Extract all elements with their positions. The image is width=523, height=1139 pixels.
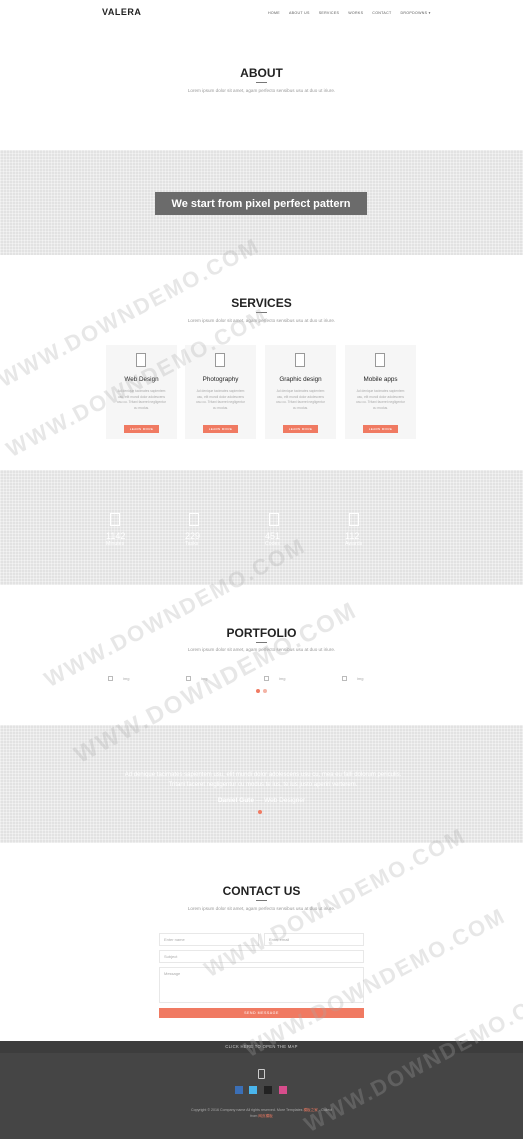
service-description: Ad denique tacimates sapientem usu, elit…: [276, 389, 325, 410]
message-field[interactable]: Message: [159, 967, 364, 1003]
subject-field[interactable]: Subject: [159, 950, 364, 963]
footer: CLICK HERE TO OPEN THE MAP Copyright © 2…: [0, 1041, 523, 1139]
broken-image-icon: [342, 676, 347, 681]
stat-icon: [269, 513, 279, 526]
service-title: Mobile apps: [363, 376, 398, 383]
carousel-dot[interactable]: [263, 689, 267, 693]
nav-item-services[interactable]: SERVICES: [319, 11, 340, 15]
service-description: Ad denique tacimates sapientem usu, elit…: [196, 389, 245, 410]
contact-subtitle: Lorem ipsum dolor sit amet, agam perfect…: [187, 906, 336, 911]
portfolio-divider: [256, 642, 267, 643]
image-alt-text: img: [357, 676, 364, 681]
learn-more-button[interactable]: LEARN MORE: [283, 425, 318, 433]
broken-image-icon: [186, 676, 191, 681]
service-title: Photography: [202, 376, 239, 383]
mobile-icon: [295, 353, 305, 367]
open-map-toggle[interactable]: CLICK HERE TO OPEN THE MAP: [0, 1041, 523, 1053]
mobile-icon: [215, 353, 225, 367]
nav-item-home[interactable]: HOME: [268, 11, 280, 15]
portfolio-subtitle: Lorem ipsum dolor sit amet, agam perfect…: [187, 647, 336, 652]
nav-item-contact[interactable]: CONTACT: [372, 11, 391, 15]
nav-item-dropdowns[interactable]: DROPDOWNS ▾: [401, 11, 431, 15]
facebook-icon[interactable]: [235, 1086, 243, 1094]
services-divider: [256, 312, 267, 313]
service-card-mobile-apps: Mobile apps Ad denique tacimates sapient…: [345, 345, 416, 439]
stat-icon: [189, 513, 199, 526]
broken-image-icon: [264, 676, 269, 681]
contact-title: CONTACT US: [222, 884, 301, 898]
service-card-photography: Photography Ad denique tacimates sapient…: [185, 345, 256, 439]
portfolio-image[interactable]: img: [264, 676, 285, 681]
learn-more-button[interactable]: LEARN MORE: [203, 425, 238, 433]
services-title: SERVICES: [231, 296, 292, 310]
service-description: Ad denique tacimates sapientem usu, elit…: [356, 389, 405, 410]
testimonial-quote: Ad denique tacimates sapientem usu, elit…: [124, 772, 402, 788]
copyright-link[interactable]: 模板之家: [303, 1108, 317, 1112]
name-placeholder: Enter name: [164, 937, 185, 942]
learn-more-button[interactable]: LEARN MORE: [363, 425, 398, 433]
nav-item-works[interactable]: WORKS: [348, 11, 363, 15]
testimonial-author-line: Daniel Gute — Web Designer: [0, 797, 523, 804]
stat-tasks: 229 Tasks: [185, 513, 245, 547]
testimonial-dot[interactable]: [258, 810, 262, 814]
stats-pattern-band: [0, 470, 523, 585]
learn-more-button[interactable]: LEARN MORE: [124, 425, 159, 433]
stat-label: Awards: [345, 541, 363, 547]
dribbble-icon[interactable]: [279, 1086, 287, 1094]
email-field[interactable]: Enter email: [264, 933, 364, 946]
brand-logo[interactable]: VALERA: [102, 7, 141, 17]
about-subtitle: Lorem ipsum dolor sit amet, agam perfect…: [187, 88, 336, 93]
portfolio-image[interactable]: img: [186, 676, 207, 681]
stat-minutes: 1142 Minutes: [106, 513, 166, 547]
github-icon[interactable]: [264, 1086, 272, 1094]
contact-divider: [256, 900, 267, 901]
about-divider: [256, 82, 267, 83]
services-subtitle: Lorem ipsum dolor sit amet, agam perfect…: [187, 318, 336, 323]
subject-placeholder: Subject: [164, 954, 178, 959]
image-alt-text: img: [279, 676, 286, 681]
copyright-text: Copyright © 2016 Company name All rights…: [188, 1107, 335, 1119]
service-description: Ad denique tacimates sapientem usu, elit…: [117, 389, 166, 410]
portfolio-image[interactable]: img: [342, 676, 363, 681]
service-card-graphic-design: Graphic design Ad denique tacimates sapi…: [265, 345, 336, 439]
stat-label: Codes: [265, 541, 280, 547]
image-alt-text: img: [201, 676, 208, 681]
stat-number: 229: [185, 531, 201, 541]
carousel-dot-active[interactable]: [256, 689, 260, 693]
stat-number: 112: [345, 531, 360, 541]
navbar: VALERA HOME ABOUT US SERVICES WORKS CONT…: [0, 0, 523, 26]
hero-text: We start from pixel perfect pattern: [171, 197, 351, 210]
service-title: Graphic design: [279, 376, 322, 383]
portfolio-title: PORTFOLIO: [226, 626, 297, 640]
mobile-icon: [375, 353, 385, 367]
testimonial-author: Daniel Gute: [217, 797, 254, 804]
stat-label: Minutes: [106, 541, 125, 547]
testimonial-role: — Web Designer: [255, 797, 306, 804]
send-message-button[interactable]: SEND MESSAGE: [159, 1008, 364, 1018]
stat-codes: 451 Codes: [265, 513, 325, 547]
twitter-icon[interactable]: [249, 1086, 257, 1094]
stat-icon: [110, 513, 120, 526]
email-placeholder: Enter email: [269, 937, 290, 942]
service-card-web-design: Web Design Ad denique tacimates sapiente…: [106, 345, 177, 439]
stat-label: Tasks: [185, 541, 199, 547]
message-placeholder: Message: [164, 971, 181, 976]
name-field[interactable]: Enter name: [159, 933, 259, 946]
hero-banner: We start from pixel perfect pattern: [155, 192, 367, 215]
image-alt-text: img: [123, 676, 130, 681]
about-title: ABOUT: [240, 66, 283, 80]
nav-menu: HOME ABOUT US SERVICES WORKS CONTACT DRO…: [268, 11, 431, 15]
stat-number: 1142: [106, 531, 126, 541]
stat-awards: 112 Awards: [345, 513, 405, 547]
mobile-icon: [136, 353, 146, 367]
portfolio-image[interactable]: img: [108, 676, 129, 681]
nav-item-about[interactable]: ABOUT US: [289, 11, 310, 15]
copyright-main: Copyright © 2016 Company name All rights…: [190, 1108, 303, 1112]
stat-number: 451: [265, 531, 281, 541]
stat-icon: [349, 513, 359, 526]
mobile-icon: [258, 1069, 265, 1079]
service-title: Web Design: [124, 376, 159, 383]
broken-image-icon: [108, 676, 113, 681]
copyright-tail-link[interactable]: 网页模板: [258, 1114, 272, 1118]
